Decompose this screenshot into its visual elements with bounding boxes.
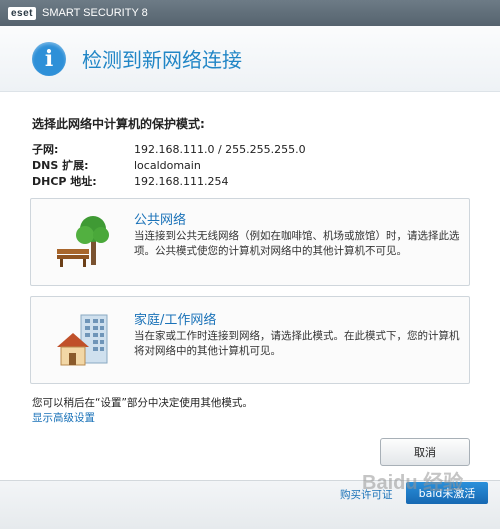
public-network-description: 当连接到公共无线网络（例如在咖啡馆、机场或旅馆）时，请选择此选项。公共模式使您的… — [134, 230, 460, 257]
park-bench-tree-icon — [55, 213, 111, 275]
dhcp-row: DHCP 地址: 192.168.111.254 — [32, 173, 228, 189]
title-bar: eset SMART SECURITY 8 — [0, 0, 500, 26]
later-note: 您可以稍后在“设置”部分中决定使用其他模式。 — [32, 397, 253, 409]
home-work-network-option[interactable]: 家庭/工作网络 当在家或工作时连接到网络，请选择此模式。在此模式下，您的计算机将… — [30, 296, 470, 384]
cancel-button[interactable]: 取消 — [380, 438, 470, 466]
eset-logo: eset — [8, 6, 37, 20]
dhcp-value: 192.168.111.254 — [134, 175, 229, 188]
house-building-icon — [55, 313, 111, 373]
protection-mode-heading: 选择此网络中计算机的保护模式: — [32, 117, 205, 131]
show-advanced-settings-link[interactable]: 显示高级设置 — [32, 410, 95, 425]
subnet-value: 192.168.111.0 / 255.255.255.0 — [134, 143, 306, 156]
dialog-title: 检测到新网络连接 — [82, 48, 242, 72]
home-work-network-description: 当在家或工作时连接到网络，请选择此模式。在此模式下，您的计算机将对网络中的其他计… — [134, 330, 460, 357]
dialog-header: i 检测到新网络连接 — [0, 26, 500, 92]
dns-suffix-value: localdomain — [134, 159, 201, 172]
info-icon: i — [32, 41, 66, 76]
dns-suffix-row: DNS 扩展: localdomain — [32, 157, 201, 173]
subnet-label: 子网: — [32, 143, 59, 156]
dns-suffix-label: DNS 扩展: — [32, 159, 89, 172]
activate-button[interactable]: baid未激活 — [406, 482, 488, 504]
public-network-title: 公共网络 — [134, 213, 187, 228]
dhcp-label: DHCP 地址: — [32, 175, 97, 188]
subnet-row: 子网: 192.168.111.0 / 255.255.255.0 — [32, 141, 306, 157]
buy-license-link[interactable]: 购买许可证 — [340, 487, 393, 502]
public-network-option[interactable]: 公共网络 当连接到公共无线网络（例如在咖啡馆、机场或旅馆）时，请选择此选项。公共… — [30, 198, 470, 286]
app-title: SMART SECURITY 8 — [42, 7, 148, 19]
home-work-network-title: 家庭/工作网络 — [134, 313, 217, 328]
